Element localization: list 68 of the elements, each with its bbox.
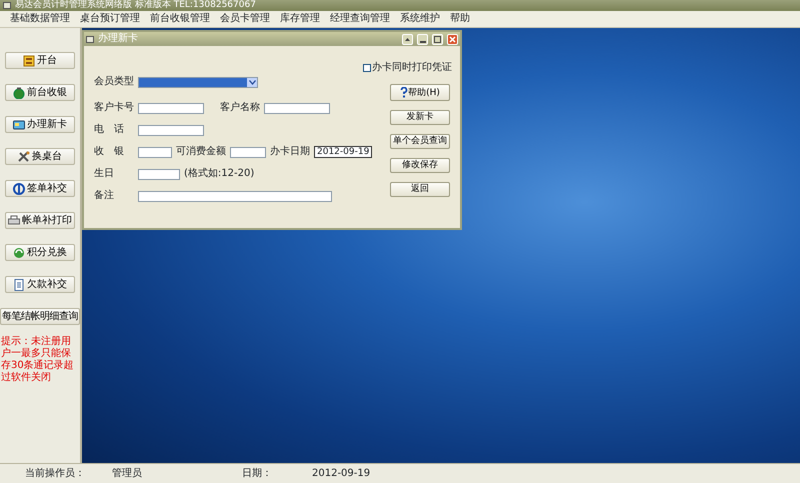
status-value: 管理员 <box>112 468 142 480</box>
menu-item[interactable]: 桌台预订管理 <box>80 13 140 25</box>
field-label: 可消费金额 <box>176 146 226 158</box>
date-field[interactable]: 2012-09-19 <box>314 146 372 158</box>
sidebar-button[interactable]: 前台收银 <box>5 84 75 101</box>
input-field[interactable] <box>138 146 172 158</box>
field-label: 会员类型 <box>93 76 134 88</box>
field-label: 收 银 <box>93 146 125 158</box>
menu-item[interactable]: 帮助 <box>450 13 470 25</box>
menu-item[interactable]: 会员卡管理 <box>220 13 270 25</box>
input-field[interactable] <box>230 146 266 158</box>
input-field[interactable] <box>138 102 204 114</box>
maximize-button[interactable] <box>432 34 443 44</box>
dialog-button[interactable]: 修改保存 <box>390 158 450 173</box>
notice-text: 提示：未注册用户一最多只能保存30条通记录超过软件关闭 <box>1 336 75 384</box>
input-field[interactable] <box>138 168 180 180</box>
tools-icon <box>18 150 30 162</box>
card-icon <box>13 118 25 130</box>
sidebar-button[interactable]: 帐单补打印 <box>5 212 75 229</box>
dialog-button[interactable]: 发新卡 <box>390 110 450 125</box>
menu-item[interactable]: 经理查询管理 <box>330 13 390 25</box>
menu-item[interactable]: 基础数据管理 <box>10 13 70 25</box>
input-field[interactable] <box>264 102 330 114</box>
printer-icon <box>8 214 20 226</box>
checkbox[interactable] <box>363 64 371 72</box>
sidebar-button[interactable]: 签单补交 <box>5 180 75 197</box>
close-button[interactable] <box>447 34 458 44</box>
exchange-icon <box>13 246 25 258</box>
field-label: (格式如:12-20) <box>184 168 254 180</box>
sidebar-button[interactable]: 办理新卡 <box>5 116 75 133</box>
window-icon <box>3 2 11 9</box>
maximize-icon <box>433 34 442 44</box>
money-bag-icon <box>13 86 25 98</box>
dialog-button[interactable]: 返回 <box>390 182 450 197</box>
dialog-title: 办理新卡 <box>98 33 138 45</box>
minimize-icon <box>420 40 426 42</box>
collapse-button[interactable] <box>402 34 413 44</box>
sidebar-button[interactable]: 欠款补交 <box>5 276 75 293</box>
table-icon <box>23 54 35 66</box>
input-field[interactable] <box>138 124 204 136</box>
menu-item[interactable]: 前台收银管理 <box>150 13 210 25</box>
status-label: 日期： <box>242 468 272 480</box>
minimize-button[interactable] <box>417 34 428 44</box>
input-field[interactable] <box>138 190 332 202</box>
field-label: 客户名称 <box>220 102 260 114</box>
sidebar-button[interactable]: 换桌台 <box>5 148 75 165</box>
field-label: 电 话 <box>93 124 125 136</box>
dialog-icon <box>86 36 94 42</box>
help-button[interactable]: 帮助(H) <box>390 84 450 101</box>
field-label: 备注 <box>93 190 115 202</box>
close-icon <box>448 34 457 44</box>
field-label: 客户卡号 <box>93 102 134 114</box>
dropdown-arrow-icon <box>247 78 257 86</box>
status-value: 2012-09-19 <box>312 468 370 480</box>
member-type-dropdown[interactable] <box>138 76 258 88</box>
document-icon <box>13 278 25 290</box>
field-label: 生日 <box>93 168 115 180</box>
status-label: 当前操作员： <box>25 468 85 480</box>
sidebar-button[interactable]: 积分兑换 <box>5 244 75 261</box>
sidebar-button[interactable]: 每笔结帐明细查询 <box>0 308 80 325</box>
dialog-button[interactable]: 单个会员查询 <box>390 134 450 149</box>
menu-item[interactable]: 库存管理 <box>280 13 320 25</box>
sign-icon <box>13 182 25 194</box>
sidebar-button[interactable]: 开台 <box>5 52 75 69</box>
field-label: 办卡日期 <box>270 146 310 158</box>
question-mark-icon <box>400 86 408 98</box>
checkbox-label: 办卡同时打印凭证 <box>372 60 452 75</box>
menu-item[interactable]: 系统维护 <box>400 13 440 25</box>
